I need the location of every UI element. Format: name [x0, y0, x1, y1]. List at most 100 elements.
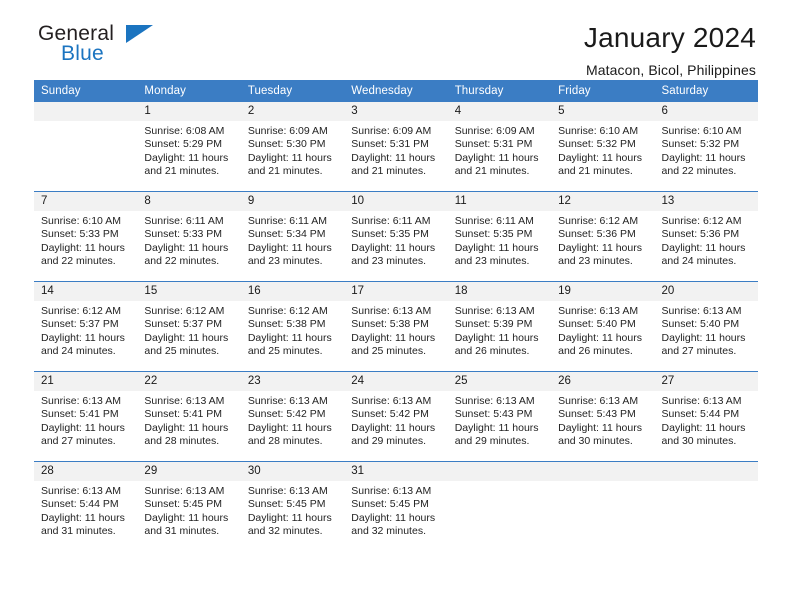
- day-number: 5: [551, 102, 655, 121]
- sunrise-text: Sunrise: 6:13 AM: [351, 395, 432, 407]
- sunset-text: Sunset: 5:30 PM: [247, 138, 326, 151]
- calendar-day-cell[interactable]: 8 Sunrise: 6:11 AM Sunset: 5:33 PM Daylight…: [137, 191, 241, 282]
- daylight-text-line1: Daylight: 11 hours: [41, 421, 125, 434]
- calendar-day-cell[interactable]: 6 Sunrise: 6:10 AM Sunset: 5:32 PM Daylight…: [654, 102, 758, 192]
- day-number: 17: [344, 282, 448, 301]
- daylight-text-line1: Daylight: 11 hours: [351, 241, 436, 254]
- sunset-text: Sunset: 5:40 PM: [661, 318, 740, 331]
- sunrise-text: Sunrise: 6:12 AM: [661, 215, 742, 227]
- day-number: [34, 102, 138, 121]
- general-blue-logo[interactable]: General Blue: [34, 22, 184, 72]
- calendar-day-cell[interactable]: 23 Sunrise: 6:13 AM Sunset: 5:42 PM Dayligh…: [240, 371, 345, 462]
- calendar-day-cell[interactable]: 10 Sunrise: 6:11 AM Sunset: 5:35 PM Dayligh…: [344, 191, 448, 282]
- daylight-text-line1: Daylight: 11 hours: [454, 421, 539, 434]
- day-sun-info: Sunrise: 6:13 AM Sunset: 5:40 PM Daylight:…: [655, 301, 758, 358]
- daylight-text-line1: Daylight: 11 hours: [661, 421, 746, 434]
- day-cell-inner: 24 Sunrise: 6:13 AM Sunset: 5:42 PM Dayligh…: [344, 372, 448, 461]
- day-number: 20: [654, 282, 758, 301]
- sunset-text: Sunset: 5:36 PM: [558, 228, 636, 241]
- calendar-day-cell[interactable]: 1 Sunrise: 6:08 AM Sunset: 5:29 PM Daylight…: [137, 102, 241, 192]
- calendar-day-cell[interactable]: 28 Sunrise: 6:13 AM Sunset: 5:44 PM Dayligh…: [34, 461, 138, 551]
- calendar-day-cell[interactable]: 13 Sunrise: 6:12 AM Sunset: 5:36 PM Dayligh…: [654, 191, 758, 282]
- day-cell-inner: 25 Sunrise: 6:13 AM Sunset: 5:43 PM Dayligh…: [447, 372, 552, 461]
- day-sun-info: Sunrise: 6:13 AM Sunset: 5:45 PM Daylight:…: [241, 481, 344, 538]
- calendar-day-cell: [447, 461, 552, 551]
- day-number: 19: [551, 282, 655, 301]
- daylight-text-line1: Daylight: 11 hours: [351, 151, 436, 164]
- calendar-day-cell[interactable]: 30 Sunrise: 6:13 AM Sunset: 5:45 PM Dayligh…: [240, 461, 345, 551]
- daylight-text-line2: and 26 minutes.: [454, 344, 530, 357]
- daylight-text-line2: and 28 minutes.: [247, 434, 323, 447]
- day-number: 31: [344, 462, 448, 481]
- day-cell-inner: 4 Sunrise: 6:09 AM Sunset: 5:31 PM Daylight…: [447, 102, 552, 191]
- triangle-icon: [126, 25, 153, 43]
- day-number: 9: [240, 192, 345, 211]
- day-sun-info: Sunrise: 6:13 AM Sunset: 5:40 PM Daylight:…: [551, 301, 654, 358]
- calendar-day-cell[interactable]: 14 Sunrise: 6:12 AM Sunset: 5:37 PM Dayligh…: [34, 281, 138, 372]
- calendar-day-cell[interactable]: 11 Sunrise: 6:11 AM Sunset: 5:35 PM Dayligh…: [447, 191, 552, 282]
- sunrise-text: Sunrise: 6:09 AM: [351, 125, 432, 137]
- day-number: 25: [447, 372, 552, 391]
- daylight-text-line2: and 22 minutes.: [41, 254, 116, 267]
- sunset-text: Sunset: 5:37 PM: [144, 318, 223, 331]
- calendar-day-cell[interactable]: 2 Sunrise: 6:09 AM Sunset: 5:30 PM Daylight…: [240, 102, 345, 192]
- day-cell-inner: 1 Sunrise: 6:08 AM Sunset: 5:29 PM Daylight…: [137, 102, 241, 191]
- calendar-day-cell[interactable]: 24 Sunrise: 6:13 AM Sunset: 5:42 PM Dayligh…: [344, 371, 448, 462]
- calendar-day-cell[interactable]: 31 Sunrise: 6:13 AM Sunset: 5:45 PM Dayligh…: [344, 461, 448, 551]
- sunrise-text: Sunrise: 6:13 AM: [144, 485, 225, 497]
- daylight-text-line2: and 30 minutes.: [661, 434, 737, 447]
- page-subtitle: Matacon, Bicol, Philippines: [585, 62, 756, 78]
- calendar-day-cell[interactable]: 19 Sunrise: 6:13 AM Sunset: 5:40 PM Dayligh…: [551, 281, 655, 372]
- calendar-day-cell[interactable]: 21 Sunrise: 6:13 AM Sunset: 5:41 PM Dayligh…: [34, 371, 138, 462]
- day-cell-inner: 29 Sunrise: 6:13 AM Sunset: 5:45 PM Dayligh…: [137, 462, 241, 551]
- calendar-day-cell[interactable]: 9 Sunrise: 6:11 AM Sunset: 5:34 PM Daylight…: [240, 191, 345, 282]
- daylight-text-line2: and 29 minutes.: [351, 434, 426, 447]
- calendar-day-cell[interactable]: 4 Sunrise: 6:09 AM Sunset: 5:31 PM Daylight…: [447, 102, 552, 192]
- sunset-text: Sunset: 5:33 PM: [41, 228, 119, 241]
- sunrise-text: Sunrise: 6:10 AM: [661, 125, 742, 137]
- calendar-day-cell[interactable]: 18 Sunrise: 6:13 AM Sunset: 5:39 PM Dayligh…: [447, 281, 552, 372]
- calendar-day-cell[interactable]: 7 Sunrise: 6:10 AM Sunset: 5:33 PM Daylight…: [34, 191, 138, 282]
- day-sun-info: Sunrise: 6:12 AM Sunset: 5:38 PM Daylight:…: [241, 301, 344, 358]
- calendar-day-cell[interactable]: 5 Sunrise: 6:10 AM Sunset: 5:32 PM Daylight…: [551, 102, 655, 192]
- sunset-text: Sunset: 5:36 PM: [661, 228, 740, 241]
- sunrise-text: Sunrise: 6:09 AM: [454, 125, 535, 137]
- sunrise-text: Sunrise: 6:13 AM: [558, 305, 639, 317]
- day-number: [654, 462, 758, 481]
- day-cell-inner: 27 Sunrise: 6:13 AM Sunset: 5:44 PM Dayligh…: [654, 372, 758, 461]
- calendar-day-cell[interactable]: 3 Sunrise: 6:09 AM Sunset: 5:31 PM Daylight…: [344, 102, 448, 192]
- sunset-text: Sunset: 5:32 PM: [661, 138, 740, 151]
- calendar-day-cell[interactable]: 26 Sunrise: 6:13 AM Sunset: 5:43 PM Dayligh…: [551, 371, 655, 462]
- calendar-day-cell[interactable]: 27 Sunrise: 6:13 AM Sunset: 5:44 PM Dayligh…: [654, 371, 758, 462]
- sunrise-text: Sunrise: 6:09 AM: [247, 125, 328, 137]
- sunset-text: Sunset: 5:45 PM: [144, 498, 223, 511]
- sunrise-text: Sunrise: 6:13 AM: [41, 395, 121, 407]
- sunset-text: Sunset: 5:41 PM: [41, 408, 119, 421]
- daylight-text-line2: and 22 minutes.: [661, 164, 737, 177]
- calendar-day-cell[interactable]: 25 Sunrise: 6:13 AM Sunset: 5:43 PM Dayligh…: [447, 371, 552, 462]
- calendar-day-cell[interactable]: 16 Sunrise: 6:12 AM Sunset: 5:38 PM Dayligh…: [240, 281, 345, 372]
- calendar-day-cell[interactable]: 29 Sunrise: 6:13 AM Sunset: 5:45 PM Dayligh…: [137, 461, 241, 551]
- day-cell-inner: 20 Sunrise: 6:13 AM Sunset: 5:40 PM Dayligh…: [654, 282, 758, 371]
- day-sun-info: Sunrise: 6:13 AM Sunset: 5:44 PM Daylight:…: [34, 481, 137, 538]
- calendar-day-cell[interactable]: 15 Sunrise: 6:12 AM Sunset: 5:37 PM Dayligh…: [137, 281, 241, 372]
- day-cell-inner: 21 Sunrise: 6:13 AM Sunset: 5:41 PM Dayligh…: [34, 372, 138, 461]
- sunset-text: Sunset: 5:38 PM: [351, 318, 429, 331]
- daylight-text-line2: and 23 minutes.: [351, 254, 426, 267]
- calendar-day-cell[interactable]: 17 Sunrise: 6:13 AM Sunset: 5:38 PM Dayligh…: [344, 281, 448, 372]
- daylight-text-line2: and 32 minutes.: [247, 524, 323, 537]
- sunrise-text: Sunrise: 6:13 AM: [661, 305, 742, 317]
- sunset-text: Sunset: 5:29 PM: [144, 138, 223, 151]
- sunrise-text: Sunrise: 6:13 AM: [351, 305, 432, 317]
- day-number: [447, 462, 552, 481]
- day-sun-info: Sunrise: 6:08 AM Sunset: 5:29 PM Daylight:…: [137, 121, 240, 178]
- sunset-text: Sunset: 5:45 PM: [247, 498, 326, 511]
- daylight-text-line2: and 21 minutes.: [144, 164, 220, 177]
- calendar-week-row: 14 Sunrise: 6:12 AM Sunset: 5:37 PM Dayligh…: [34, 281, 758, 372]
- day-sun-info: Sunrise: 6:12 AM Sunset: 5:37 PM Daylight:…: [137, 301, 240, 358]
- calendar-day-cell[interactable]: 22 Sunrise: 6:13 AM Sunset: 5:41 PM Dayligh…: [137, 371, 241, 462]
- calendar-day-cell[interactable]: 20 Sunrise: 6:13 AM Sunset: 5:40 PM Dayligh…: [654, 281, 758, 372]
- day-cell-inner: 2 Sunrise: 6:09 AM Sunset: 5:30 PM Daylight…: [240, 102, 345, 191]
- day-cell-inner: 28 Sunrise: 6:13 AM Sunset: 5:44 PM Dayligh…: [34, 462, 138, 551]
- calendar-day-cell[interactable]: 12 Sunrise: 6:12 AM Sunset: 5:36 PM Dayligh…: [551, 191, 655, 282]
